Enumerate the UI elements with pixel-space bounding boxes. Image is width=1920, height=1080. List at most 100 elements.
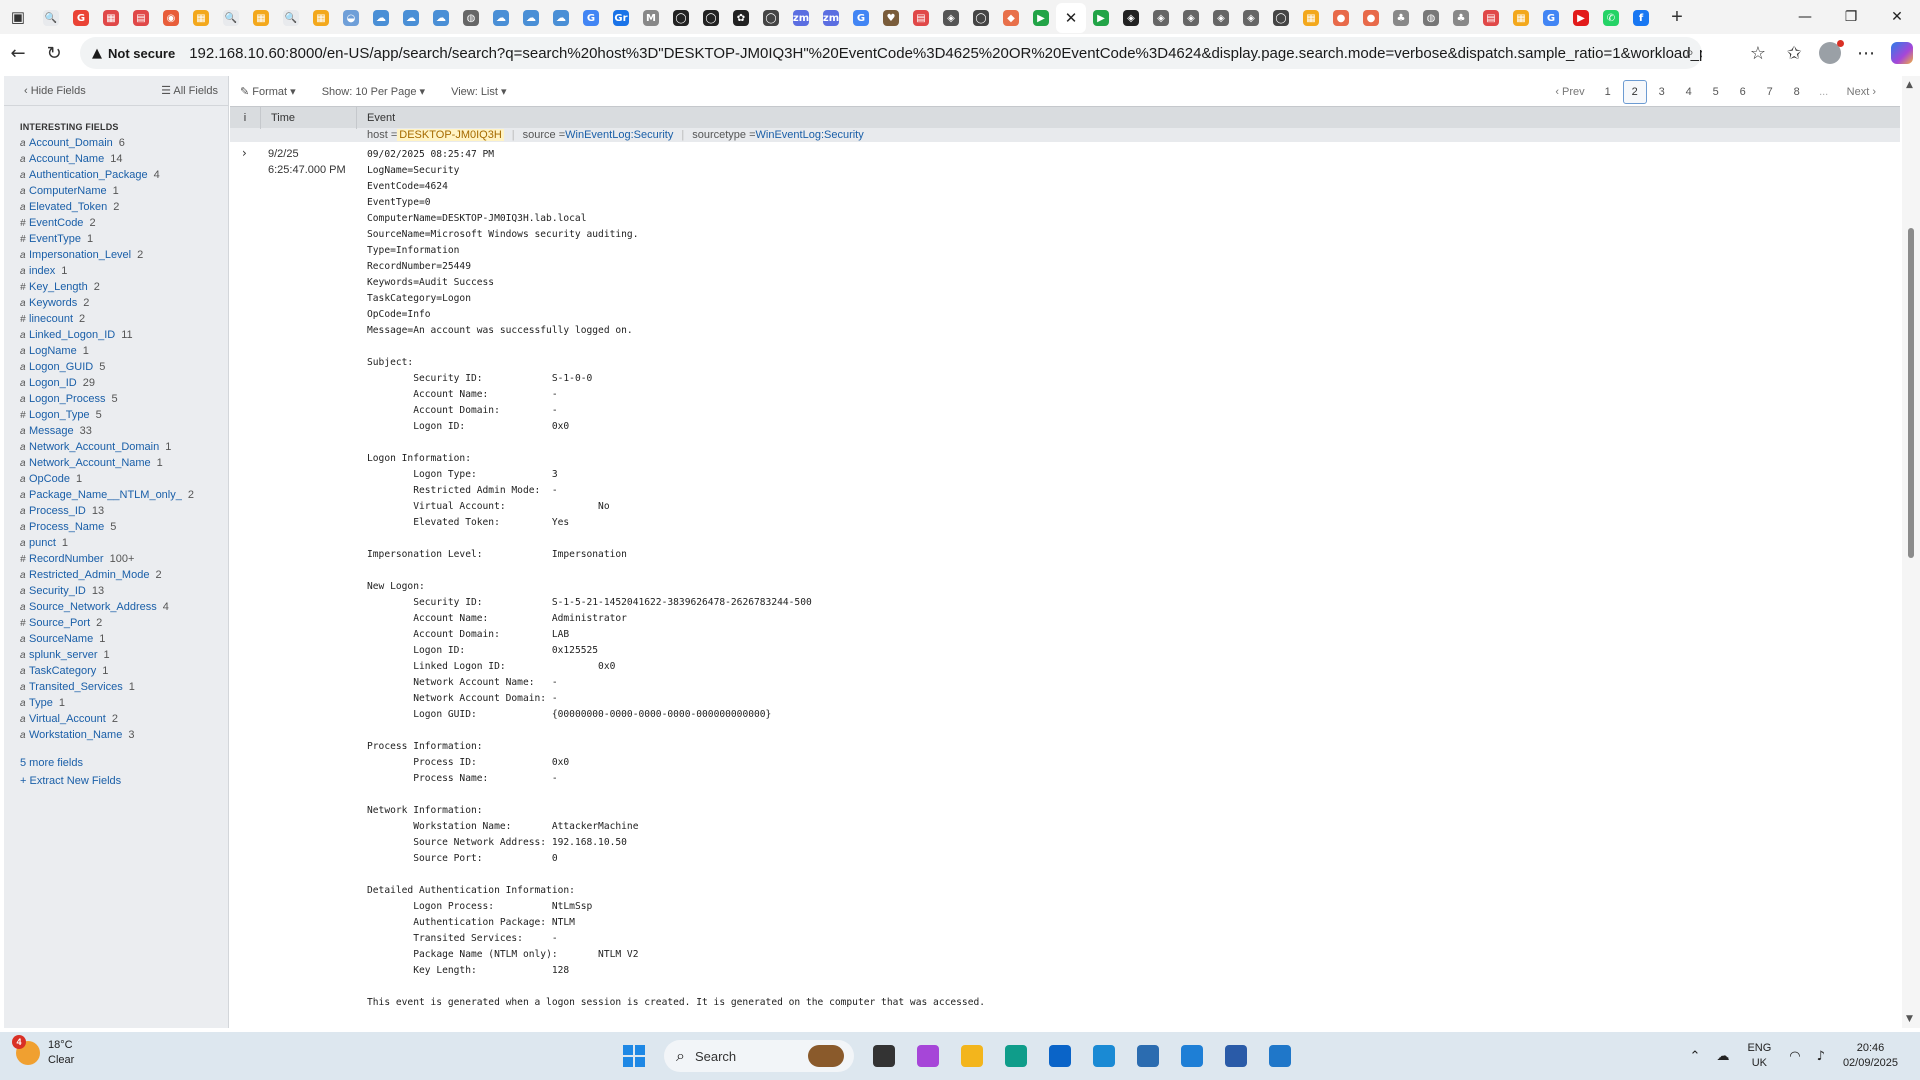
browser-tab[interactable]: ▦	[306, 3, 336, 33]
page-scrollbar[interactable]: ▲ ▼	[1902, 76, 1920, 1028]
browser-tab[interactable]: ◈	[1206, 3, 1236, 33]
browser-tab[interactable]: ◈	[1146, 3, 1176, 33]
field-item[interactable]: a Process_ID 13	[4, 503, 228, 519]
browser-tab[interactable]: ◯	[696, 3, 726, 33]
field-item[interactable]: a Logon_ID 29	[4, 375, 228, 391]
browser-tab[interactable]: ♣	[1446, 3, 1476, 33]
browser-tab[interactable]: M	[636, 3, 666, 33]
field-name[interactable]: index	[29, 265, 55, 277]
page-number-button[interactable]: 1	[1596, 80, 1620, 104]
next-page-button[interactable]: Next ›	[1839, 80, 1884, 104]
field-name[interactable]: Key_Length	[29, 281, 88, 293]
browser-tab[interactable]: ◈	[1236, 3, 1266, 33]
field-name[interactable]: Security_ID	[29, 585, 86, 597]
favorites-icon[interactable]: ✩	[1776, 35, 1812, 71]
page-number-button[interactable]: 6	[1731, 80, 1755, 104]
source-value[interactable]: WinEventLog:Security	[565, 129, 673, 141]
field-name[interactable]: Account_Name	[29, 153, 104, 165]
field-item[interactable]: a OpCode 1	[4, 471, 228, 487]
browser-tab[interactable]: ◯	[1266, 3, 1296, 33]
field-item[interactable]: a Package_Name__NTLM_only_ 2	[4, 487, 228, 503]
field-name[interactable]: Message	[29, 425, 74, 437]
field-name[interactable]: Source_Network_Address	[29, 601, 157, 613]
field-name[interactable]: Restricted_Admin_Mode	[29, 569, 149, 581]
browser-tab[interactable]: ☁	[546, 3, 576, 33]
start-button[interactable]	[614, 1038, 654, 1074]
field-item[interactable]: a Process_Name 5	[4, 519, 228, 535]
host-value[interactable]: DESKTOP-JM0IQ3H	[397, 129, 504, 141]
field-item[interactable]: # RecordNumber 100+	[4, 551, 228, 567]
field-name[interactable]: Logon_ID	[29, 377, 77, 389]
field-name[interactable]: ComputerName	[29, 185, 107, 197]
browser-tab[interactable]: ◆	[996, 3, 1026, 33]
outlook-taskbar-button[interactable]	[1040, 1038, 1080, 1074]
browser-tab[interactable]: ✆	[1596, 3, 1626, 33]
field-name[interactable]: Account_Domain	[29, 137, 113, 149]
browser-tab[interactable]: Gr	[606, 3, 636, 33]
field-name[interactable]: Transited_Services	[29, 681, 123, 693]
paint-taskbar-button[interactable]	[1172, 1038, 1212, 1074]
field-item[interactable]: a ComputerName 1	[4, 183, 228, 199]
browser-tab[interactable]: ☁	[426, 3, 456, 33]
prev-page-button[interactable]: ‹ Prev	[1547, 80, 1592, 104]
browser-tab[interactable]: ☁	[486, 3, 516, 33]
browser-tab[interactable]: ●	[1326, 3, 1356, 33]
security-label[interactable]: Not secure	[108, 46, 175, 61]
weather-widget[interactable]: 4 18°C Clear	[12, 1035, 74, 1068]
field-name[interactable]: Network_Account_Domain	[29, 441, 159, 453]
field-name[interactable]: Source_Port	[29, 617, 90, 629]
scroll-up-icon[interactable]: ▲	[1906, 80, 1913, 90]
field-item[interactable]: a LogName 1	[4, 343, 228, 359]
field-name[interactable]: splunk_server	[29, 649, 97, 661]
profile-avatar[interactable]	[1812, 35, 1848, 71]
field-name[interactable]: TaskCategory	[29, 665, 96, 677]
extract-new-fields-link[interactable]: + Extract New Fields	[20, 775, 228, 787]
page-number-button[interactable]: 4	[1677, 80, 1701, 104]
address-bar[interactable]: ▲ Not secure 192.168.10.60:8000/en-US/ap…	[80, 37, 1702, 69]
copilot-taskbar-button[interactable]	[908, 1038, 948, 1074]
field-item[interactable]: a Logon_GUID 5	[4, 359, 228, 375]
restore-icon[interactable]: ❐	[1828, 0, 1874, 34]
scrollbar-thumb[interactable]	[1908, 228, 1914, 558]
all-fields-button[interactable]: ☰ All Fields	[161, 84, 218, 97]
wifi-icon[interactable]: ◠	[1789, 1049, 1800, 1064]
field-name[interactable]: punct	[29, 537, 56, 549]
volume-icon[interactable]: ♪	[1817, 1049, 1825, 1064]
field-item[interactable]: a Account_Domain 6	[4, 135, 228, 151]
browser-tab[interactable]: ◈	[1176, 3, 1206, 33]
field-name[interactable]: Logon_GUID	[29, 361, 93, 373]
field-name[interactable]: Type	[29, 697, 53, 709]
field-name[interactable]: SourceName	[29, 633, 93, 645]
language-indicator[interactable]: ENG UK	[1747, 1041, 1771, 1071]
field-name[interactable]: EventCode	[29, 217, 83, 229]
field-name[interactable]: Package_Name__NTLM_only_	[29, 489, 182, 501]
field-name[interactable]: Process_Name	[29, 521, 104, 533]
field-item[interactable]: a index 1	[4, 263, 228, 279]
field-item[interactable]: a Message 33	[4, 423, 228, 439]
field-item[interactable]: a Security_ID 13	[4, 583, 228, 599]
field-item[interactable]: a Virtual_Account 2	[4, 711, 228, 727]
field-name[interactable]: LogName	[29, 345, 77, 357]
page-number-button[interactable]: 2	[1622, 80, 1647, 104]
field-item[interactable]: a SourceName 1	[4, 631, 228, 647]
field-item[interactable]: # EventType 1	[4, 231, 228, 247]
file-explorer-taskbar-button[interactable]	[952, 1038, 992, 1074]
browser-tab[interactable]: G	[846, 3, 876, 33]
field-name[interactable]: Process_ID	[29, 505, 86, 517]
scroll-down-icon[interactable]: ▼	[1906, 1014, 1913, 1024]
field-name[interactable]: linecount	[29, 313, 73, 325]
field-item[interactable]: a Type 1	[4, 695, 228, 711]
field-item[interactable]: a TaskCategory 1	[4, 663, 228, 679]
field-item[interactable]: a Workstation_Name 3	[4, 727, 228, 743]
field-name[interactable]: Virtual_Account	[29, 713, 106, 725]
field-item[interactable]: a punct 1	[4, 535, 228, 551]
browser-tab[interactable]: ◉	[156, 3, 186, 33]
page-number-button[interactable]: 3	[1650, 80, 1674, 104]
field-item[interactable]: a Network_Account_Domain 1	[4, 439, 228, 455]
page-ellipsis[interactable]: ...	[1812, 80, 1836, 104]
zoom-icon[interactable]: ⌕	[1686, 43, 1694, 61]
more-menu-icon[interactable]: ⋯	[1848, 35, 1884, 71]
browser-tab[interactable]: ▶	[1566, 3, 1596, 33]
browser-tab[interactable]: zm	[786, 3, 816, 33]
field-item[interactable]: a Logon_Process 5	[4, 391, 228, 407]
